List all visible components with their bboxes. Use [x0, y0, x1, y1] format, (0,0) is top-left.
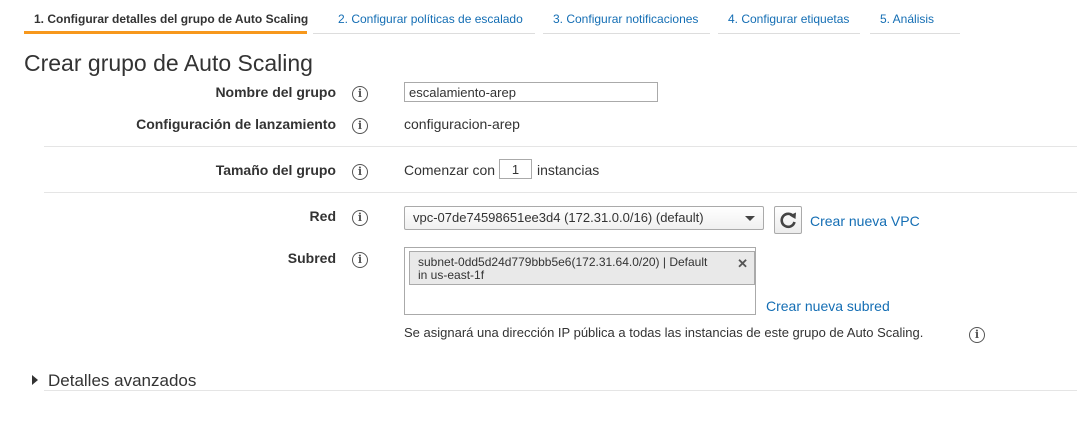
group-size-suffix: instancias	[537, 162, 600, 178]
subnet-multiselect[interactable]: subnet-0dd5d24d779bbb5e6(172.31.64.0/20)…	[404, 247, 756, 315]
chevron-down-icon	[745, 216, 755, 221]
public-ip-note: Se asignará una dirección IP pública a t…	[404, 325, 924, 340]
subnet-label: Subred	[287, 250, 336, 266]
tab-step-1[interactable]: 1. Configurar detalles del grupo de Auto…	[24, 0, 308, 34]
subnet-chip: subnet-0dd5d24d779bbb5e6(172.31.64.0/20)…	[409, 251, 755, 285]
create-vpc-link[interactable]: Crear nueva VPC	[810, 213, 920, 229]
close-icon[interactable]: ✕	[737, 257, 748, 270]
launch-config-label: Configuración de lanzamiento	[136, 116, 336, 132]
info-icon[interactable]: i	[352, 86, 368, 102]
info-icon[interactable]: i	[352, 164, 368, 180]
group-size-prefix: Comenzar con	[404, 162, 496, 178]
section-divider	[44, 192, 1077, 193]
section-divider	[44, 146, 1077, 147]
tab-step-2[interactable]: 2. Configurar políticas de escalado	[313, 0, 535, 34]
info-icon[interactable]: i	[969, 327, 985, 343]
info-icon[interactable]: i	[352, 118, 368, 134]
info-icon[interactable]: i	[352, 252, 368, 268]
tab-step-4[interactable]: 4. Configurar etiquetas	[718, 0, 860, 34]
group-size-input[interactable]	[499, 159, 532, 179]
caret-right-icon[interactable]	[32, 375, 38, 385]
section-divider	[44, 390, 1077, 391]
subnet-chip-line2: in us-east-1f	[418, 268, 485, 282]
launch-config-value: configuracion-arep	[404, 116, 520, 132]
tab-step-5[interactable]: 5. Análisis	[870, 0, 960, 34]
refresh-button[interactable]	[774, 206, 802, 234]
network-label: Red	[309, 208, 336, 224]
create-subnet-link[interactable]: Crear nueva subred	[766, 298, 890, 314]
page-title: Crear grupo de Auto Scaling	[24, 50, 313, 76]
network-selected-value: vpc-07de74598651ee3d4 (172.31.0.0/16) (d…	[413, 210, 704, 225]
group-name-label: Nombre del grupo	[215, 84, 336, 100]
group-name-input[interactable]	[404, 82, 658, 102]
group-size-label: Tamaño del grupo	[215, 162, 336, 178]
tab-step-3[interactable]: 3. Configurar notificaciones	[543, 0, 710, 34]
info-icon[interactable]: i	[352, 210, 368, 226]
refresh-icon	[780, 212, 796, 229]
network-select[interactable]: vpc-07de74598651ee3d4 (172.31.0.0/16) (d…	[404, 206, 764, 230]
advanced-details-toggle[interactable]: Detalles avanzados	[48, 371, 196, 391]
